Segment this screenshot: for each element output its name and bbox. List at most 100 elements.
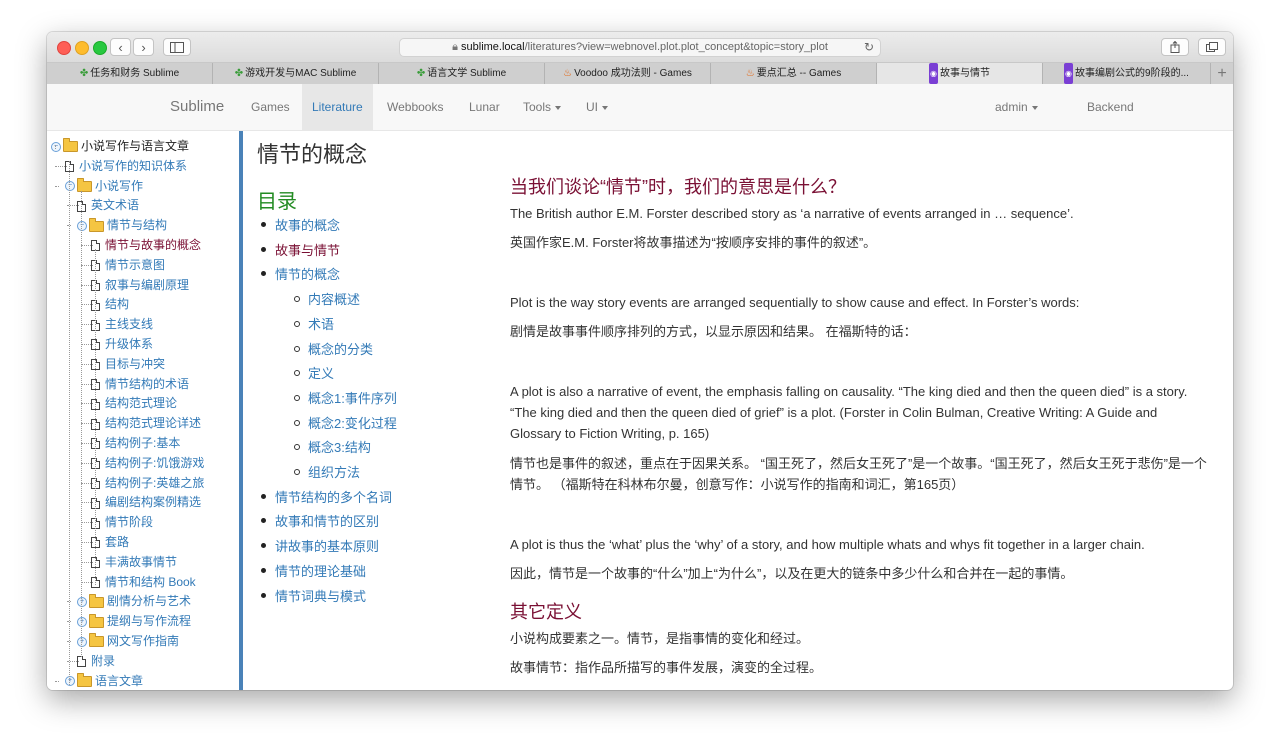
tree-node[interactable]: 套路 <box>91 533 129 551</box>
tab-overview-button[interactable] <box>1198 38 1226 56</box>
tree-node[interactable]: + 网文写作指南 <box>77 632 179 650</box>
back-button[interactable]: ‹ <box>110 38 131 56</box>
tree-connector <box>81 423 93 425</box>
tree-node[interactable]: 目标与冲突 <box>91 355 165 373</box>
toc-link[interactable]: 故事与情节 <box>275 240 340 259</box>
tab-label: 故事与情节 <box>939 68 990 79</box>
tree-node[interactable]: 结构范式理论详述 <box>91 414 201 432</box>
toc-link[interactable]: 情节词典与模式 <box>275 586 366 605</box>
nav-user-dropdown[interactable]: admin <box>985 84 1048 130</box>
minimize-window-button[interactable] <box>75 41 89 55</box>
reload-icon[interactable]: ↻ <box>864 39 874 56</box>
tab-5[interactable]: ♨ 要点汇总 -- Games <box>711 63 877 84</box>
toc-link[interactable]: 故事和情节的区别 <box>275 511 379 530</box>
toc-link[interactable]: 概念1:事件序列 <box>308 388 397 407</box>
nav-games[interactable]: Games <box>241 84 300 130</box>
tree-node[interactable]: 主线支线 <box>91 315 153 333</box>
tree-connector <box>81 502 93 504</box>
toc-link[interactable]: 术语 <box>308 314 334 333</box>
toc-link[interactable]: 内容概述 <box>308 289 360 308</box>
bullet-icon <box>294 345 300 352</box>
tree-node[interactable]: 结构例子:饥饿游戏 <box>91 454 204 472</box>
tree-node[interactable]: 情节示意图 <box>91 256 165 274</box>
paragraph: A plot is also a narrative of event, the… <box>510 384 1188 441</box>
tree-connector <box>81 324 93 326</box>
expand-toggle-icon[interactable]: + <box>77 617 87 628</box>
brand-link[interactable]: Sublime <box>170 84 224 130</box>
tree-node[interactable]: 情节和结构 Book <box>91 573 196 591</box>
expand-toggle-icon[interactable]: + <box>65 676 75 687</box>
nav-ui-dropdown[interactable]: UI <box>576 84 618 130</box>
collapse-toggle-icon[interactable]: − <box>77 221 87 232</box>
tree-node[interactable]: 英文术语 <box>77 196 139 214</box>
bullet-icon <box>294 469 300 475</box>
new-tab-button[interactable]: + <box>1211 63 1233 84</box>
toc-link[interactable]: 情节结构的多个名词 <box>275 487 392 506</box>
toc-link[interactable]: 情节的理论基础 <box>275 561 366 580</box>
collapse-toggle-icon[interactable]: − <box>51 141 61 152</box>
toc-link[interactable]: 定义 <box>308 363 334 382</box>
toc-link[interactable]: 情节的概念 <box>275 264 340 283</box>
nav-backend[interactable]: Backend <box>1077 84 1144 130</box>
tree-node-label: 结构范式理论 <box>105 396 178 411</box>
toc-link[interactable]: 故事的概念 <box>275 215 340 234</box>
tree-node[interactable]: + 语言文章 <box>65 672 143 690</box>
tree-node[interactable]: 结构例子:基本 <box>91 434 180 452</box>
tree-node[interactable]: 编剧结构案例精选 <box>91 493 201 511</box>
bullet-icon <box>261 567 266 573</box>
close-window-button[interactable] <box>57 41 71 55</box>
sidebar-toggle-button[interactable] <box>163 38 191 56</box>
tree-node[interactable]: 结构例子:英雄之旅 <box>91 474 204 492</box>
toc-link[interactable]: 组织方法 <box>308 462 360 481</box>
caret-down-icon <box>602 105 608 110</box>
nav-webbooks[interactable]: Webbooks <box>377 84 453 130</box>
tree-node[interactable]: + 提纲与写作流程 <box>77 612 191 630</box>
tree-node[interactable]: 情节结构的术语 <box>91 375 189 393</box>
tab-4[interactable]: ♨ Voodoo 成功法则 - Games <box>545 63 711 84</box>
tree-node[interactable]: 情节与故事的概念 <box>91 236 201 254</box>
tree-node[interactable]: − 情节与结构 <box>77 216 167 234</box>
nav-tools-dropdown[interactable]: Tools <box>513 84 571 130</box>
bullet-icon <box>294 320 300 327</box>
tree-node[interactable]: − 小说写作 <box>65 177 143 195</box>
section-heading-plot-meaning: 当我们谈论“情节”时，我们的意思是什么？ <box>510 177 846 197</box>
tree-node[interactable]: 情节阶段 <box>91 513 153 531</box>
expand-toggle-icon[interactable]: + <box>77 597 87 608</box>
tab-label: 任务和财务 Sublime <box>90 68 180 79</box>
zoom-window-button[interactable] <box>93 41 107 55</box>
tree-node[interactable]: 小说写作的知识体系 <box>65 157 187 175</box>
address-bar[interactable]: 🔒︎ sublime.local/literatures?view=webnov… <box>399 38 881 57</box>
tab-7[interactable]: ◉ 故事编剧公式的9阶段的... <box>1043 63 1211 84</box>
toc-link[interactable]: 讲故事的基本原则 <box>275 536 379 555</box>
tab-label: Voodoo 成功法则 - Games <box>574 68 692 79</box>
tree-node[interactable]: − 小说写作与语言文章 <box>51 137 189 155</box>
bullet-icon <box>261 271 266 277</box>
tree-node[interactable]: 升级体系 <box>91 335 153 353</box>
nav-lunar[interactable]: Lunar <box>459 84 510 130</box>
tree-node[interactable]: 结构范式理论 <box>91 394 177 412</box>
folder-open-icon <box>63 138 78 153</box>
tree-node[interactable]: 丰满故事情节 <box>91 553 177 571</box>
paragraph: 剧情是故事事件顺序排列的方式，以显示原因和结果。 在福斯特的话： <box>510 324 917 339</box>
expand-toggle-icon[interactable]: + <box>77 636 87 647</box>
toc-heading: 目录 <box>257 191 297 213</box>
tree-node-label: 结构例子:英雄之旅 <box>105 475 205 490</box>
toc-link[interactable]: 概念的分类 <box>308 339 373 358</box>
bullet-icon <box>294 370 300 377</box>
toc-link[interactable]: 概念2:变化过程 <box>308 413 397 432</box>
tree-node[interactable]: + 剧情分析与艺术 <box>77 592 191 610</box>
toc-link[interactable]: 概念3:结构 <box>308 437 371 456</box>
app-icon: ◉ <box>1064 63 1074 84</box>
collapse-toggle-icon[interactable]: − <box>65 181 75 192</box>
tab-1[interactable]: ✤ 任务和财务 Sublime <box>47 63 213 84</box>
share-button[interactable] <box>1161 38 1189 56</box>
tab-3[interactable]: ✤ 语言文学 Sublime <box>379 63 545 84</box>
tab-6-active[interactable]: ◉ 故事与情节 <box>877 63 1043 84</box>
nav-literature[interactable]: Literature <box>302 84 373 130</box>
tree-connector <box>81 363 93 365</box>
tree-node[interactable]: 结构 <box>91 295 129 313</box>
tree-node[interactable]: 叙事与编剧原理 <box>91 276 189 294</box>
tree-node[interactable]: 附录 <box>77 652 115 670</box>
tab-2[interactable]: ✤ 游戏开发与MAC Sublime <box>213 63 379 84</box>
forward-button[interactable]: › <box>133 38 154 56</box>
